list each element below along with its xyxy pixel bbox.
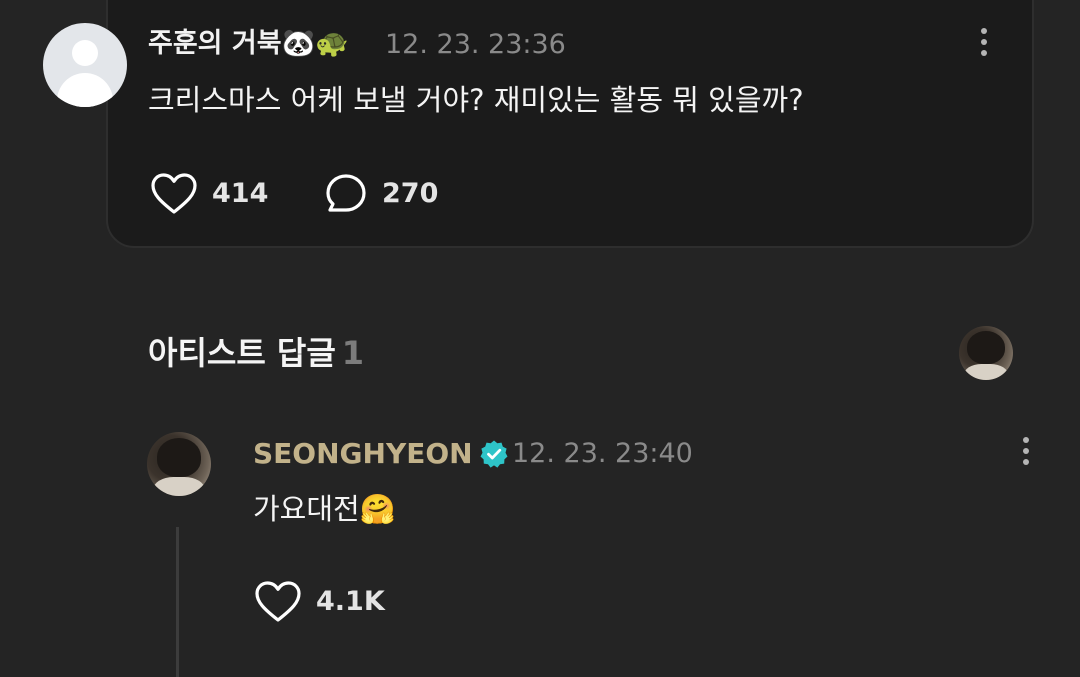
artist-replies-title: 아티스트 답글 xyxy=(148,334,336,372)
avatar-head-shape xyxy=(72,40,98,66)
reply-author-avatar[interactable] xyxy=(147,432,211,496)
reply-timestamp: 12. 23. 23:40 xyxy=(512,438,693,469)
reply-body-text: 가요대전🤗 xyxy=(253,492,396,526)
post-comment-button[interactable]: 270 xyxy=(324,172,438,216)
reply-more-options-icon[interactable] xyxy=(1022,437,1030,470)
post-author-name[interactable]: 주훈의 거북🐼🐢 xyxy=(148,28,349,60)
reply-author-name-row[interactable]: SEONGHYEON xyxy=(253,437,509,471)
user-avatar[interactable] xyxy=(43,23,127,107)
thread-connector-line xyxy=(176,527,179,677)
post-body-text: 크리스마스 어케 보낼 거야? 재미있는 활동 뭐 있을까? xyxy=(148,83,804,117)
avatar-body-shape xyxy=(57,73,113,107)
post-comment-count: 270 xyxy=(382,178,439,209)
comment-thread-screen: 주훈의 거북🐼🐢 12. 23. 23:36 크리스마스 어케 보낼 거야? 재… xyxy=(0,0,1080,677)
post-like-button[interactable]: 414 xyxy=(150,172,268,216)
verified-badge-icon xyxy=(480,440,508,468)
post-timestamp: 12. 23. 23:36 xyxy=(385,29,566,60)
artist-profile-avatar-small[interactable] xyxy=(959,326,1013,380)
post-like-count: 414 xyxy=(212,178,269,209)
artist-replies-count: 1 xyxy=(341,334,365,372)
reply-like-count: 4.1K xyxy=(316,586,385,617)
reply-author-name: SEONGHYEON xyxy=(253,437,473,470)
heart-icon xyxy=(151,173,197,214)
artist-replies-heading: 아티스트 답글 1 xyxy=(148,333,364,373)
reply-like-button[interactable]: 4.1K xyxy=(254,580,385,624)
post-more-options-icon[interactable] xyxy=(980,28,988,61)
comment-bubble-icon xyxy=(326,174,366,212)
heart-icon xyxy=(255,581,301,622)
